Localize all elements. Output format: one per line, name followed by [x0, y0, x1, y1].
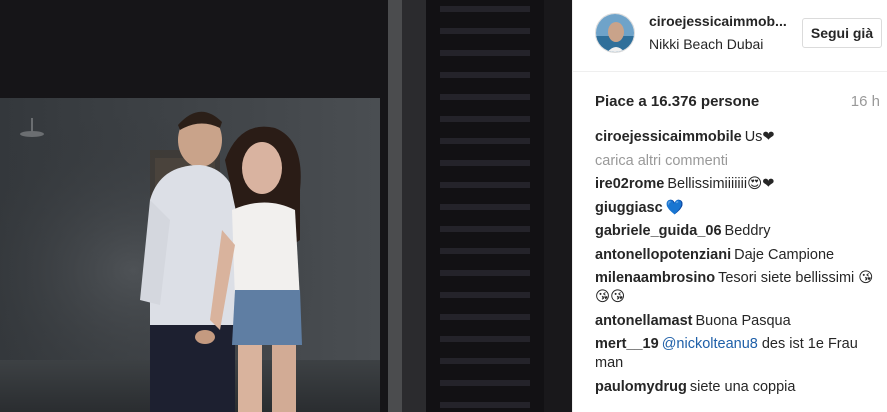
- comment-list: ciroejessicaimmobile Us❤ carica altri com…: [595, 128, 885, 401]
- comment-username[interactable]: mert__19: [595, 336, 659, 352]
- post-location[interactable]: Nikki Beach Dubai: [649, 36, 763, 52]
- comment-text: 💙: [665, 199, 684, 216]
- list-item: paulomydrug siete una coppia: [595, 378, 885, 397]
- comment-username[interactable]: antonellamast: [595, 313, 693, 329]
- list-item: antonellopotenziani Daje Campione: [595, 246, 885, 265]
- list-item: gabriele_guida_06 Beddry: [595, 222, 885, 241]
- comment-text: Beddry: [724, 223, 771, 239]
- list-item: ire02rome Bellissimiiiiiii😍❤: [595, 175, 885, 194]
- list-item: antonellamast Buona Pasqua: [595, 312, 885, 331]
- following-button[interactable]: Segui già: [802, 18, 882, 48]
- avatar[interactable]: [595, 13, 635, 53]
- list-item: mert__19 @nickolteanu8 des ist 1e Frau ma…: [595, 335, 885, 373]
- caption-username[interactable]: ciroejessicaimmobile: [595, 129, 742, 145]
- post-detail-panel: ciroejessicaimmob... Nikki Beach Dubai S…: [572, 0, 887, 412]
- comment-text: Bellissimiiiiiii😍❤: [667, 176, 775, 192]
- likes-row: Piace a 16.376 persone 16 h: [595, 93, 880, 113]
- list-item: giuggiasc 💙: [595, 199, 885, 218]
- couple-photo-image: [0, 0, 572, 412]
- post-photo[interactable]: [0, 0, 572, 412]
- comment-username[interactable]: milenaambrosino: [595, 270, 715, 286]
- post-timestamp[interactable]: 16 h: [851, 93, 880, 110]
- comment-username[interactable]: giuggiasc: [595, 200, 663, 216]
- caption: ciroejessicaimmobile Us❤: [595, 128, 885, 147]
- comment-username[interactable]: gabriele_guida_06: [595, 223, 722, 239]
- likes-count[interactable]: Piace a 16.376 persone: [595, 93, 759, 110]
- comment-username[interactable]: paulomydrug: [595, 379, 687, 395]
- comment-text: siete una coppia: [689, 378, 796, 395]
- post-username[interactable]: ciroejessicaimmob...: [649, 13, 787, 29]
- caption-text: Us❤: [744, 129, 775, 145]
- avatar-image: [596, 14, 634, 52]
- load-more-comments-link[interactable]: carica altri commenti: [595, 152, 885, 171]
- comment-text: Daje Campione: [734, 246, 835, 263]
- comment-username[interactable]: ire02rome: [595, 176, 664, 192]
- list-item: milenaambrosino Tesori siete bellissimi 😘…: [595, 269, 885, 307]
- comment-text: Buona Pasqua: [695, 312, 791, 329]
- comment-username[interactable]: antonellopotenziani: [595, 247, 731, 263]
- post-header: ciroejessicaimmob... Nikki Beach Dubai S…: [573, 0, 887, 72]
- comment-mention[interactable]: @nickolteanu8: [662, 336, 758, 352]
